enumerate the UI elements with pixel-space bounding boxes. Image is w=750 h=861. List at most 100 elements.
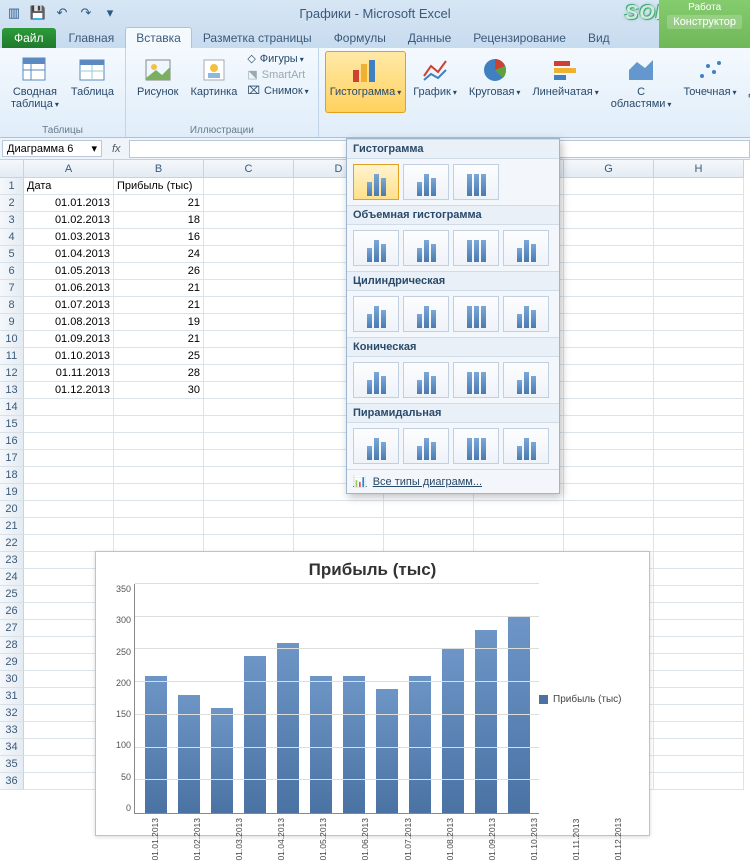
col-header-B[interactable]: B <box>114 160 204 178</box>
cell-D22[interactable] <box>294 535 384 552</box>
cell-B1[interactable]: Прибыль (тыс) <box>114 178 204 195</box>
cell-B14[interactable] <box>114 399 204 416</box>
cell-H12[interactable] <box>654 365 744 382</box>
gallery-pyr-3[interactable] <box>453 428 499 464</box>
gallery-cone-4[interactable] <box>503 362 549 398</box>
line-chart-button[interactable]: График <box>408 51 462 113</box>
bar[interactable] <box>277 643 299 813</box>
tab-review[interactable]: Рецензирование <box>462 27 577 48</box>
cell-H30[interactable] <box>654 671 744 688</box>
bar[interactable] <box>376 689 398 813</box>
row-header-26[interactable]: 26 <box>0 603 24 620</box>
row-header-10[interactable]: 10 <box>0 331 24 348</box>
tab-view[interactable]: Вид <box>577 27 621 48</box>
cell-E22[interactable] <box>384 535 474 552</box>
cell-C10[interactable] <box>204 331 294 348</box>
bar[interactable] <box>310 676 332 813</box>
cell-C9[interactable] <box>204 314 294 331</box>
cell-G1[interactable] <box>564 178 654 195</box>
cell-A19[interactable] <box>24 484 114 501</box>
cell-C19[interactable] <box>204 484 294 501</box>
cell-G6[interactable] <box>564 263 654 280</box>
row-header-7[interactable]: 7 <box>0 280 24 297</box>
tab-data[interactable]: Данные <box>397 27 462 48</box>
cell-A14[interactable] <box>24 399 114 416</box>
cell-F20[interactable] <box>474 501 564 518</box>
row-header-13[interactable]: 13 <box>0 382 24 399</box>
cell-H33[interactable] <box>654 722 744 739</box>
cell-B19[interactable] <box>114 484 204 501</box>
row-header-9[interactable]: 9 <box>0 314 24 331</box>
cell-G10[interactable] <box>564 331 654 348</box>
row-header-8[interactable]: 8 <box>0 297 24 314</box>
bar-chart-button[interactable]: Линейчатая <box>527 51 603 113</box>
row-header-16[interactable]: 16 <box>0 433 24 450</box>
cell-C3[interactable] <box>204 212 294 229</box>
cell-G14[interactable] <box>564 399 654 416</box>
cell-H9[interactable] <box>654 314 744 331</box>
screenshot-button[interactable]: ⌧Снимок <box>244 83 311 98</box>
clipart-button[interactable]: Картинка <box>185 51 242 101</box>
gallery-100stacked-column[interactable] <box>453 164 499 200</box>
cell-H22[interactable] <box>654 535 744 552</box>
cell-H8[interactable] <box>654 297 744 314</box>
cell-A16[interactable] <box>24 433 114 450</box>
select-all-corner[interactable] <box>0 160 24 178</box>
cell-G19[interactable] <box>564 484 654 501</box>
cell-B9[interactable]: 19 <box>114 314 204 331</box>
row-header-18[interactable]: 18 <box>0 467 24 484</box>
col-header-G[interactable]: G <box>564 160 654 178</box>
gallery-3d-clustered[interactable] <box>353 230 399 266</box>
table-button[interactable]: Таблица <box>66 51 119 113</box>
row-header-23[interactable]: 23 <box>0 552 24 569</box>
column-chart-button[interactable]: Гистограмма <box>325 51 407 113</box>
row-header-12[interactable]: 12 <box>0 365 24 382</box>
cell-H36[interactable] <box>654 773 744 790</box>
cell-B10[interactable]: 21 <box>114 331 204 348</box>
scatter-chart-button[interactable]: Точечная <box>678 51 741 113</box>
row-header-1[interactable]: 1 <box>0 178 24 195</box>
pivot-table-button[interactable]: Сводная таблица <box>6 51 64 113</box>
cell-H13[interactable] <box>654 382 744 399</box>
cell-A15[interactable] <box>24 416 114 433</box>
gallery-stacked-column[interactable] <box>403 164 449 200</box>
row-header-3[interactable]: 3 <box>0 212 24 229</box>
bar[interactable] <box>409 676 431 813</box>
row-header-5[interactable]: 5 <box>0 246 24 263</box>
bar[interactable] <box>244 656 266 813</box>
area-chart-button[interactable]: С областями <box>606 51 677 113</box>
cell-C16[interactable] <box>204 433 294 450</box>
cell-B17[interactable] <box>114 450 204 467</box>
gallery-cyl-1[interactable] <box>353 296 399 332</box>
cell-H26[interactable] <box>654 603 744 620</box>
row-header-6[interactable]: 6 <box>0 263 24 280</box>
cell-A3[interactable]: 01.02.2013 <box>24 212 114 229</box>
col-header-A[interactable]: A <box>24 160 114 178</box>
cell-B20[interactable] <box>114 501 204 518</box>
cell-C13[interactable] <box>204 382 294 399</box>
bar[interactable] <box>508 617 530 813</box>
cell-A17[interactable] <box>24 450 114 467</box>
cell-G21[interactable] <box>564 518 654 535</box>
cell-C17[interactable] <box>204 450 294 467</box>
cell-A6[interactable]: 01.05.2013 <box>24 263 114 280</box>
chart-legend[interactable]: Прибыль (тыс) <box>539 584 639 814</box>
row-header-33[interactable]: 33 <box>0 722 24 739</box>
row-header-29[interactable]: 29 <box>0 654 24 671</box>
cell-C14[interactable] <box>204 399 294 416</box>
row-header-28[interactable]: 28 <box>0 637 24 654</box>
gallery-cone-1[interactable] <box>353 362 399 398</box>
excel-icon[interactable]: ▥ <box>4 3 24 23</box>
cell-B13[interactable]: 30 <box>114 382 204 399</box>
cell-D21[interactable] <box>294 518 384 535</box>
cell-A4[interactable]: 01.03.2013 <box>24 229 114 246</box>
cell-G15[interactable] <box>564 416 654 433</box>
gallery-3d-column[interactable] <box>503 230 549 266</box>
row-header-32[interactable]: 32 <box>0 705 24 722</box>
cell-A2[interactable]: 01.01.2013 <box>24 195 114 212</box>
row-header-35[interactable]: 35 <box>0 756 24 773</box>
cell-B18[interactable] <box>114 467 204 484</box>
cell-C21[interactable] <box>204 518 294 535</box>
cell-G13[interactable] <box>564 382 654 399</box>
cell-C2[interactable] <box>204 195 294 212</box>
